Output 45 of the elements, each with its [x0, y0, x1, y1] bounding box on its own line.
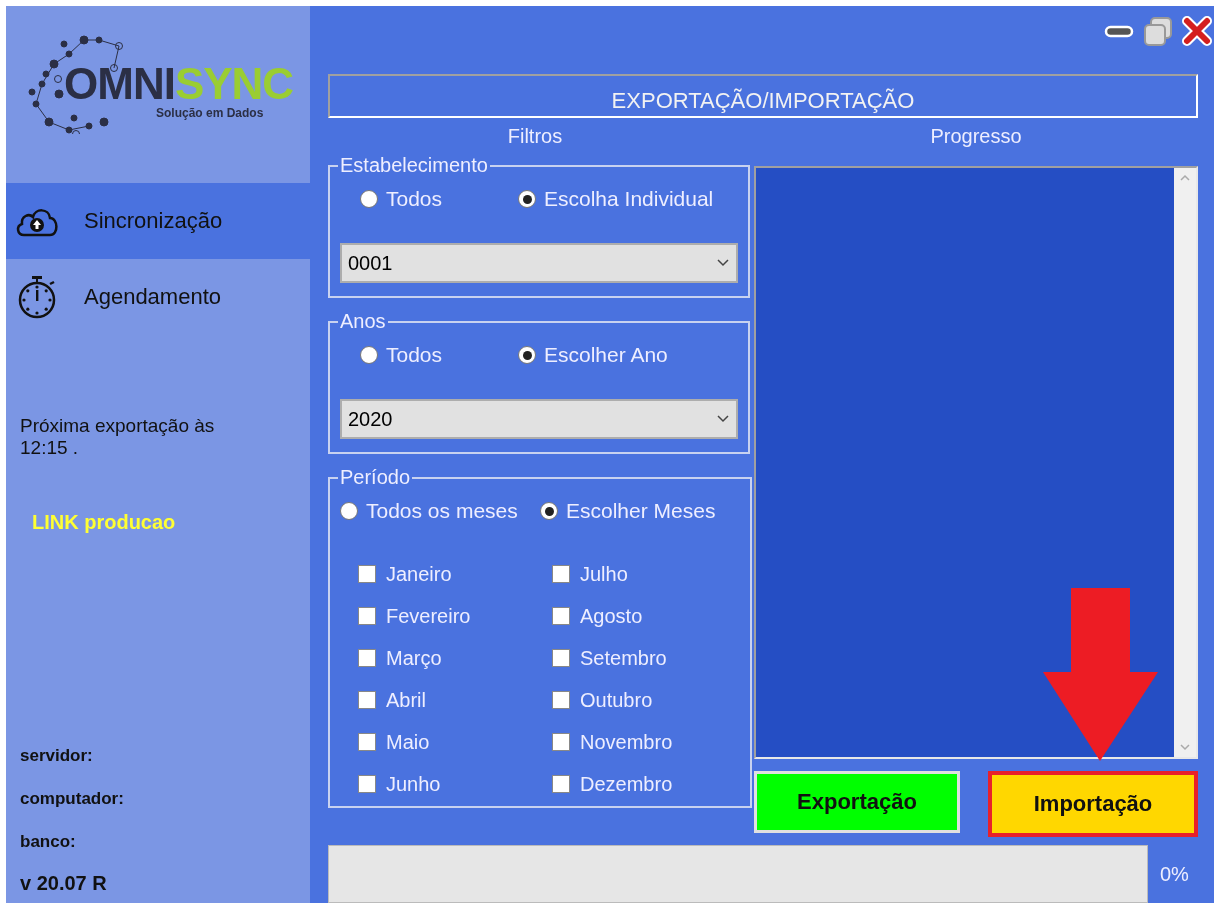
scrollbar[interactable] [1174, 168, 1196, 757]
radio-option[interactable]: Escolher Ano [518, 343, 738, 367]
logo-tagline: Solução em Dados [156, 106, 265, 120]
connection-link[interactable]: LINK producao [32, 511, 176, 534]
group-title: Período [339, 466, 412, 489]
group-title: Anos [339, 310, 387, 333]
chevron-down-icon [716, 258, 730, 268]
info-label: banco: [19, 830, 77, 853]
close-icon[interactable] [1182, 16, 1212, 46]
month-checkbox[interactable]: Dezembro [552, 772, 740, 796]
month-checkbox[interactable]: Março [358, 646, 552, 670]
month-checkbox[interactable]: Setembro [552, 646, 740, 670]
restore-icon[interactable] [1142, 16, 1174, 48]
progress-heading: Progresso [929, 123, 1023, 149]
radio-option[interactable]: Escolha Individual [518, 187, 738, 211]
nav-item[interactable]: Sincronização [6, 183, 310, 259]
action-button[interactable]: Exportação [754, 771, 960, 833]
radio-option[interactable]: Todos [360, 187, 518, 211]
section-title: EXPORTAÇÃO/IMPORTAÇÃO [328, 73, 1198, 118]
radio-option[interactable]: Todos os meses [340, 499, 540, 523]
scroll-up-icon[interactable] [1179, 174, 1191, 182]
month-checkbox[interactable]: Abril [358, 688, 552, 712]
month-checkbox[interactable]: Novembro [552, 730, 740, 754]
info-label: servidor: [19, 744, 94, 767]
month-checkbox[interactable]: Maio [358, 730, 552, 754]
progress-percent: 0% [1160, 862, 1189, 886]
month-checkbox[interactable]: Junho [358, 772, 552, 796]
logo-wordmark: OMNISYNC [64, 62, 295, 106]
group-title: Estabelecimento [339, 154, 489, 177]
chevron-down-icon [716, 414, 730, 424]
radio-option[interactable]: Todos [360, 343, 518, 367]
action-button[interactable]: Importação [988, 771, 1198, 837]
month-checkbox[interactable]: Agosto [552, 604, 740, 628]
info-label: computador: [19, 787, 125, 810]
month-checkbox[interactable]: Julho [552, 562, 740, 586]
month-checkbox[interactable]: Janeiro [358, 562, 552, 586]
dropdown[interactable]: 2020 [340, 399, 738, 439]
radio-option[interactable]: Escolher Meses [540, 499, 740, 523]
month-checkbox[interactable]: Fevereiro [358, 604, 552, 628]
month-checkbox[interactable]: Outubro [552, 688, 740, 712]
dropdown[interactable]: 0001 [340, 243, 738, 283]
version-label: v 20.07 R [19, 870, 108, 896]
scroll-down-icon[interactable] [1179, 743, 1191, 751]
next-export-text: Próxima exportação às 12:15 . [19, 415, 216, 459]
filters-heading: Filtros [506, 123, 564, 149]
